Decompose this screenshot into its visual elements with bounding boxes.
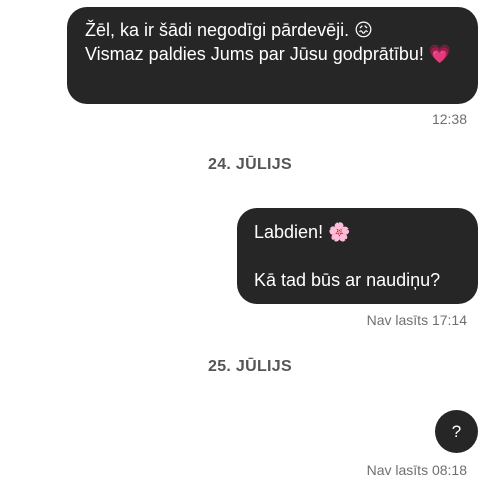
message-read-status: Nav lasīts 08:18 <box>366 462 467 478</box>
message-bubble-outgoing[interactable]: Žēl, ka ir šādi negodīgi pārdevēji. 😖 Vi… <box>67 7 478 104</box>
message-bubble-outgoing[interactable]: ? <box>435 410 478 453</box>
date-separator: 24. JŪLIJS <box>208 156 292 173</box>
message-read-status: Nav lasīts 17:14 <box>366 312 467 328</box>
message-timestamp: 12:38 <box>431 111 467 127</box>
message-bubble-outgoing[interactable]: Labdien! 🌸 Kā tad būs ar naudiņu? <box>237 208 478 304</box>
date-separator: 25. JŪLIJS <box>208 358 292 375</box>
